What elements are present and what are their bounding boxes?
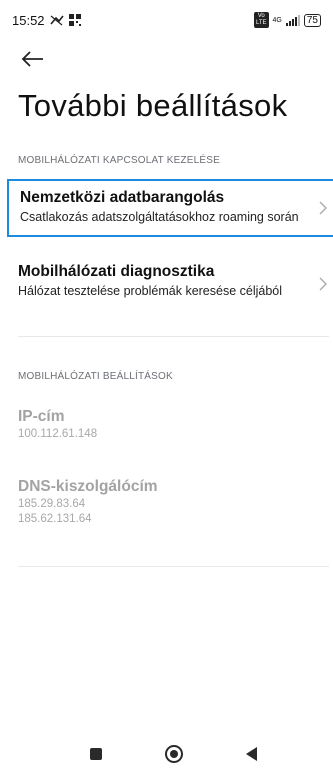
chevron-right-icon: [319, 277, 327, 291]
triangle-icon: [246, 747, 257, 761]
dns-value-2: 185.62.131.64: [18, 513, 92, 525]
chevron-right-icon: [319, 201, 327, 215]
battery-indicator: 75: [303, 13, 321, 27]
roaming-subtitle: Csatlakozás adatszolgáltatásokhoz roamin…: [20, 210, 299, 224]
dns-title: DNS-kiszolgálócím: [18, 478, 158, 495]
ip-value: 100.112.61.148: [18, 428, 98, 440]
data-saver-icon: [49, 15, 64, 26]
back-button[interactable]: [18, 44, 48, 74]
recents-button[interactable]: [84, 742, 108, 766]
international-roaming-item[interactable]: Nemzetközi adatbarangolás Csatlakozás ad…: [7, 179, 333, 237]
diagnostics-title: Mobilhálózati diagnosztika: [18, 263, 215, 280]
section-divider: [18, 566, 329, 567]
ip-address-item: IP-cím 100.112.61.148: [18, 408, 97, 441]
section-divider: [18, 336, 329, 337]
dns-server-item: DNS-kiszolgálócím 185.29.83.64 185.62.13…: [18, 478, 158, 526]
back-nav-button[interactable]: [240, 742, 264, 766]
ip-title: IP-cím: [18, 408, 65, 425]
status-bar: 15:52 Vo LTE 4G 75: [0, 0, 333, 40]
page-title: További beállítások: [18, 88, 288, 123]
volte-badge: Vo LTE: [253, 12, 269, 28]
status-right: Vo LTE 4G 75: [253, 12, 321, 28]
signal-icon: [285, 14, 300, 26]
status-left: 15:52: [12, 13, 81, 28]
back-arrow-icon: [21, 51, 43, 67]
section-header-connection: MOBILHÁLÓZATI KAPCSOLAT KEZELÉSE: [18, 155, 221, 166]
clock: 15:52: [12, 12, 45, 28]
circle-icon: [165, 745, 183, 763]
square-icon: [90, 748, 102, 760]
network-diagnostics-item[interactable]: Mobilhálózati diagnosztika Hálózat teszt…: [7, 255, 333, 313]
diagnostics-subtitle: Hálózat tesztelése problémák keresése cé…: [18, 284, 283, 298]
section-header-settings: MOBILHÁLÓZATI BEÁLLÍTÁSOK: [18, 371, 173, 382]
home-button[interactable]: [162, 742, 186, 766]
grid-app-icon: [68, 14, 81, 26]
roaming-title: Nemzetközi adatbarangolás: [20, 189, 225, 206]
navigation-bar: [0, 732, 333, 780]
dns-value-1: 185.29.83.64: [18, 498, 86, 510]
network-type: 4G: [272, 16, 282, 24]
